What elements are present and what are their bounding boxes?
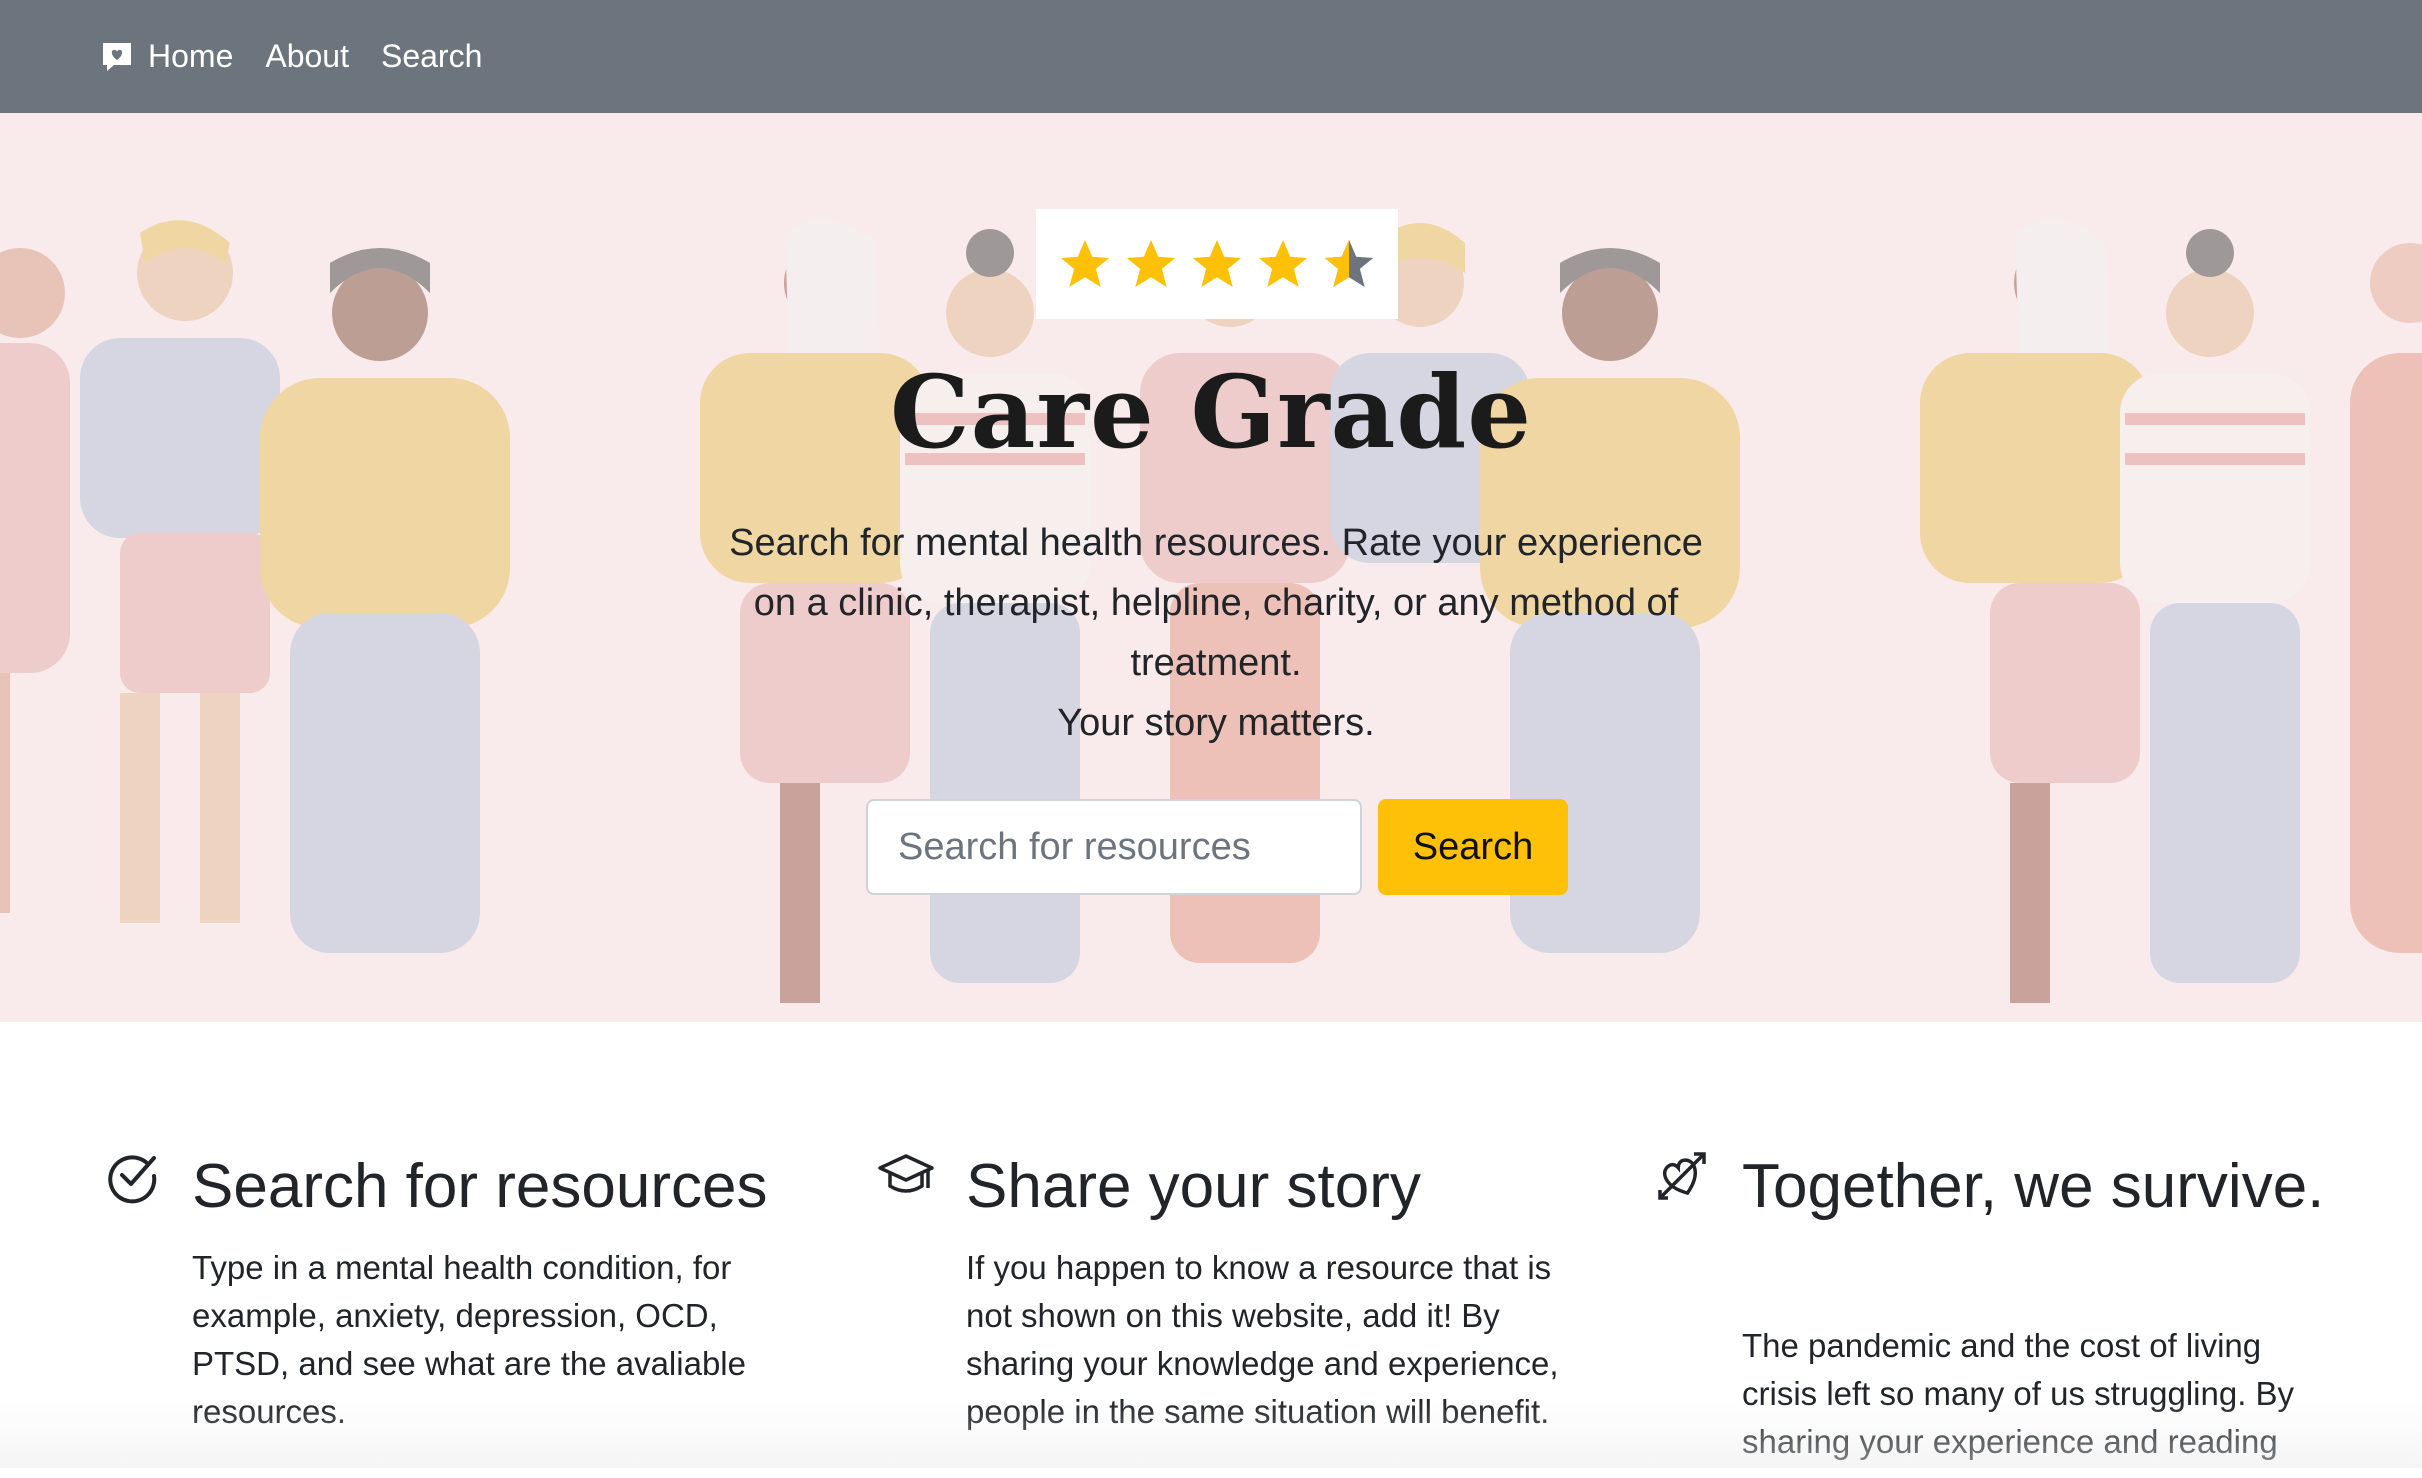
star-full-icon (1126, 239, 1176, 287)
hero-search-form: Search (866, 799, 1568, 895)
star-full-icon (1258, 239, 1308, 287)
hero-tagline: Your story matters. (1057, 702, 1375, 744)
hero-section: Care Grade Search for mental health reso… (0, 113, 2422, 1022)
hero-content: Care Grade Search for mental health reso… (0, 113, 2422, 1022)
nav-search-link[interactable]: Search (381, 38, 482, 75)
rating-stars (1036, 209, 1398, 319)
feature-title: Together, we survive. (1742, 1152, 2325, 1221)
bottom-fade (0, 1400, 2422, 1468)
chat-heart-icon[interactable] (100, 40, 134, 74)
search-input[interactable] (866, 799, 1362, 895)
top-navbar: Home About Search (0, 0, 2422, 113)
page-title: Care Grade (890, 353, 1532, 471)
hero-description: Search for mental health resources. Rate… (711, 513, 1721, 753)
star-half-icon (1324, 239, 1374, 287)
star-full-icon (1192, 239, 1242, 287)
feature-title: Share your story (966, 1152, 1421, 1221)
check-circle-icon (108, 1155, 157, 1204)
search-button[interactable]: Search (1378, 799, 1568, 895)
star-full-icon (1060, 239, 1110, 287)
arrow-through-heart-icon (1658, 1152, 1706, 1200)
mortarboard-icon (878, 1154, 934, 1193)
nav-about-link[interactable]: About (265, 38, 349, 75)
feature-title: Search for resources (192, 1152, 768, 1221)
hero-description-main: Search for mental health resources. Rate… (729, 522, 1703, 684)
nav-home-link[interactable]: Home (148, 38, 233, 75)
